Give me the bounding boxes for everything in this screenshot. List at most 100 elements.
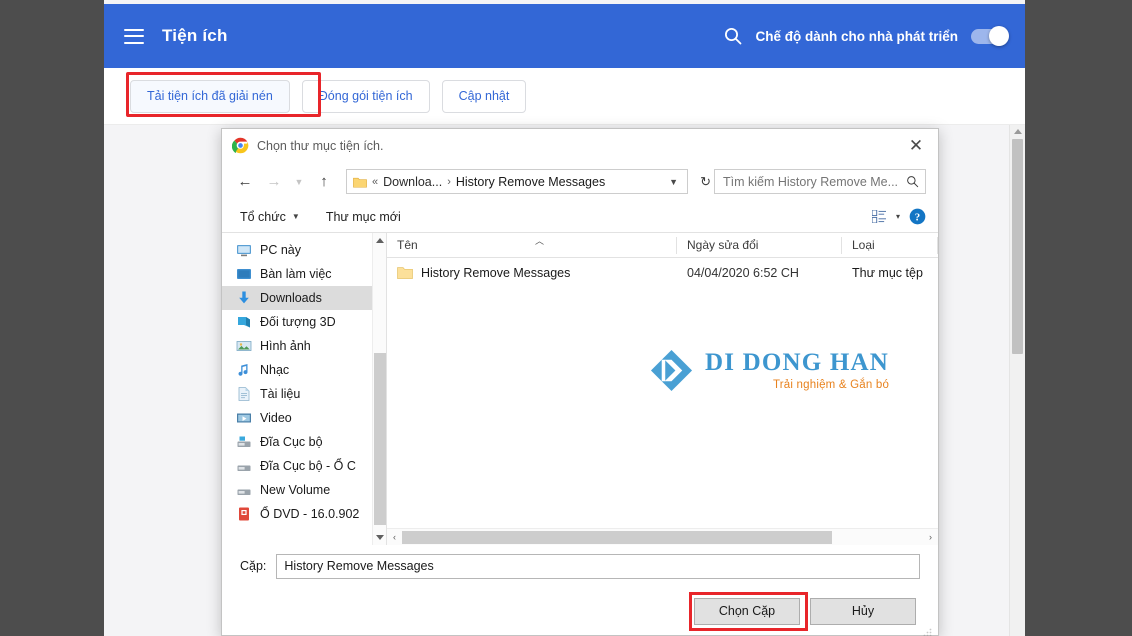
file-list-header: Tên Ngày sửa đổi Loại ︿ xyxy=(387,233,938,258)
scroll-right-arrow-icon[interactable]: › xyxy=(923,532,938,542)
file-date-cell: 04/04/2020 6:52 CH xyxy=(687,266,799,280)
developer-mode-toggle[interactable] xyxy=(971,26,1009,46)
search-icon[interactable] xyxy=(906,175,919,188)
list-view-icon[interactable] xyxy=(871,210,887,223)
file-type-cell: Thư mục tệp xyxy=(852,266,923,280)
column-header-name[interactable]: Tên xyxy=(387,233,677,258)
close-icon[interactable]: ✕ xyxy=(894,129,938,162)
file-name: History Remove Messages xyxy=(421,266,571,280)
sidebar-item-label: Đĩa Cục bộ xyxy=(260,435,323,449)
page-title: Tiện ích xyxy=(162,26,228,45)
sidebar-item-tai-lieu[interactable]: Tài liệu xyxy=(222,382,386,406)
local-disk-icon xyxy=(237,465,251,471)
sidebar-scrollbar-thumb[interactable] xyxy=(374,353,386,525)
sidebar-item-new-volume[interactable]: New Volume xyxy=(222,478,386,502)
sidebar-item-dia-cuc-bo[interactable]: Đĩa Cục bộ xyxy=(222,430,386,454)
sidebar-item-label: Downloads xyxy=(260,291,322,305)
pictures-icon xyxy=(236,341,252,351)
sidebar-item-label: Đối tượng 3D xyxy=(260,315,336,329)
search-input[interactable] xyxy=(721,173,906,190)
music-icon xyxy=(238,364,248,376)
browser-viewport: Tiện ích Chế độ dành cho nhà phát triển … xyxy=(104,0,1025,636)
recent-locations-button[interactable]: ▼ xyxy=(290,169,308,195)
dialog-action-row: Chọn Cặp Hủy xyxy=(222,587,932,636)
sidebar-item-ban-lam-viec[interactable]: Bàn làm việc xyxy=(222,262,386,286)
dvd-drive-icon xyxy=(239,507,249,521)
up-button[interactable]: ↑ xyxy=(311,169,337,195)
sidebar-item-label: Ổ DVD - 16.0.902 xyxy=(260,507,360,521)
folder-field-row: Cặp: xyxy=(222,545,920,587)
scroll-up-arrow-icon[interactable] xyxy=(1014,129,1022,134)
chevron-down-icon[interactable]: ▼ xyxy=(665,177,682,187)
documents-icon xyxy=(238,387,250,401)
sidebar-item-doi-tuong-3d[interactable]: Đối tượng 3D xyxy=(222,310,386,334)
sidebar-item-dia-cuc-bo-o-c[interactable]: Đĩa Cục bộ - Ổ C xyxy=(222,454,386,478)
dialog-title: Chọn thư mục tiện ích. xyxy=(257,138,384,153)
local-disk-icon xyxy=(237,489,251,495)
scroll-down-arrow-icon[interactable] xyxy=(376,535,384,540)
dialog-footer: Cặp: Chọn Cặp Hủy xyxy=(222,545,938,636)
breadcrumb-parent[interactable]: Downloa... xyxy=(383,175,442,189)
new-folder-button[interactable]: Thư mục mới xyxy=(326,210,401,224)
videos-icon xyxy=(237,413,251,423)
chrome-logo-icon xyxy=(232,137,249,154)
hamburger-menu-icon[interactable] xyxy=(124,28,144,44)
scroll-left-arrow-icon[interactable]: ‹ xyxy=(387,532,402,542)
resize-grip-icon[interactable] xyxy=(922,627,932,636)
organize-button[interactable]: Tổ chức ▼ xyxy=(240,210,300,224)
sidebar-item-label: Đĩa Cục bộ - Ổ C xyxy=(260,459,356,473)
sidebar-item-video[interactable]: Video xyxy=(222,406,386,430)
scroll-up-arrow-icon[interactable] xyxy=(376,238,384,243)
forward-button[interactable]: → xyxy=(261,169,287,195)
sidebar-list: PC này Bàn làm việc Downloads Đối tượng … xyxy=(222,233,386,526)
select-folder-button[interactable]: Chọn Cặp xyxy=(694,597,800,625)
breadcrumb-collapse[interactable]: « xyxy=(372,176,378,188)
load-unpacked-button[interactable]: Tải tiện ích đã giải nén xyxy=(130,79,290,113)
page-scrollbar-thumb[interactable] xyxy=(1012,139,1023,354)
3d-objects-icon xyxy=(238,317,250,328)
organize-label: Tổ chức xyxy=(240,209,286,224)
update-button[interactable]: Cập nhật xyxy=(441,79,527,113)
file-list-horizontal-scrollbar[interactable]: ‹ › xyxy=(387,528,938,545)
dialog-navigation-bar: ← → ▼ ↑ « Downloa... › History Remove Me… xyxy=(222,162,938,201)
sidebar-scrollbar[interactable] xyxy=(372,233,386,545)
downloads-icon xyxy=(239,291,249,304)
address-bar[interactable]: « Downloa... › History Remove Messages ▼ xyxy=(346,169,689,194)
developer-mode-label: Chế độ dành cho nhà phát triển xyxy=(755,28,959,44)
column-header-date-modified[interactable]: Ngày sửa đổi xyxy=(677,233,842,258)
sidebar-item-label: Tài liệu xyxy=(260,387,301,401)
folder-icon xyxy=(397,267,413,279)
computer-icon xyxy=(237,245,251,257)
pack-extension-button[interactable]: Đóng gói tiện ích xyxy=(301,79,430,113)
file-list-rows: History Remove Messages 04/04/2020 6:52 … xyxy=(387,258,938,528)
file-name-cell: History Remove Messages xyxy=(387,266,677,280)
local-disk-icon xyxy=(237,436,251,447)
extensions-header: Tiện ích Chế độ dành cho nhà phát triển xyxy=(104,4,1025,68)
search-icon[interactable] xyxy=(723,26,743,46)
sidebar-item-label: Video xyxy=(260,411,292,425)
refresh-icon[interactable]: ↻ xyxy=(698,174,711,190)
sidebar-item-label: Bàn làm việc xyxy=(260,267,332,281)
command-bar-right-group: ▾ ? xyxy=(871,208,926,225)
cancel-button[interactable]: Hủy xyxy=(810,597,916,625)
folder-picker-dialog: Chọn thư mục tiện ích. ✕ ← → ▼ ↑ « Downl… xyxy=(221,128,939,636)
sidebar-item-downloads[interactable]: Downloads xyxy=(222,286,386,310)
sidebar-item-o-dvd[interactable]: Ổ DVD - 16.0.902 xyxy=(222,502,386,526)
column-header-type[interactable]: Loại xyxy=(842,233,938,258)
sidebar-item-label: Hình ảnh xyxy=(260,339,311,353)
breadcrumb-current[interactable]: History Remove Messages xyxy=(456,175,605,189)
folder-label: Cặp: xyxy=(240,559,267,573)
sidebar-item-hinh-anh[interactable]: Hình ảnh xyxy=(222,334,386,358)
sidebar-item-nhac[interactable]: Nhạc xyxy=(222,358,386,382)
folder-input[interactable] xyxy=(276,553,920,579)
back-button[interactable]: ← xyxy=(232,169,258,195)
breadcrumb-separator: › xyxy=(447,175,451,188)
sidebar-item-pc-nay[interactable]: PC này xyxy=(222,238,386,262)
page-scrollbar[interactable] xyxy=(1009,125,1025,636)
help-icon[interactable]: ? xyxy=(909,208,926,225)
horizontal-scrollbar-thumb[interactable] xyxy=(402,531,832,544)
dialog-search-box[interactable] xyxy=(714,169,926,194)
view-options-caret-icon[interactable]: ▾ xyxy=(896,212,900,221)
dialog-sidebar: PC này Bàn làm việc Downloads Đối tượng … xyxy=(222,233,387,545)
table-row[interactable]: History Remove Messages 04/04/2020 6:52 … xyxy=(387,258,938,288)
